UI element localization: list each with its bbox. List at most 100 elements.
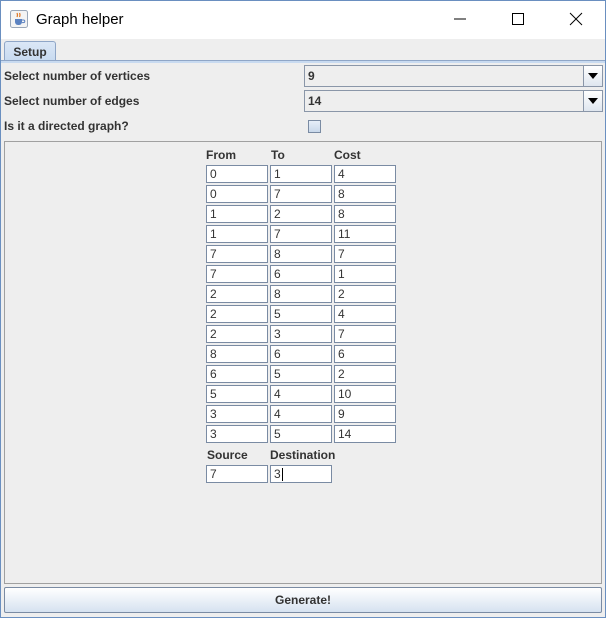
edge-from-value: 3 bbox=[210, 407, 217, 421]
edge-from-field[interactable]: 1 bbox=[206, 225, 268, 243]
minimize-button[interactable] bbox=[431, 1, 489, 39]
edge-cost-field[interactable]: 7 bbox=[334, 325, 396, 343]
edge-to-field[interactable]: 8 bbox=[270, 245, 332, 263]
edge-cost-value: 8 bbox=[338, 207, 345, 221]
edge-from-field[interactable]: 7 bbox=[206, 265, 268, 283]
tab-setup[interactable]: Setup bbox=[4, 41, 56, 61]
edge-cost-field[interactable]: 1 bbox=[334, 265, 396, 283]
edge-from-field[interactable]: 7 bbox=[206, 245, 268, 263]
edge-to-value: 7 bbox=[274, 187, 281, 201]
edge-cost-value: 4 bbox=[338, 307, 345, 321]
chevron-down-icon[interactable] bbox=[583, 91, 602, 111]
edge-cost-value: 1 bbox=[338, 267, 345, 281]
close-button[interactable] bbox=[547, 1, 605, 39]
vertices-select[interactable]: 9 bbox=[304, 65, 603, 87]
source-label: Source bbox=[207, 448, 248, 462]
edge-cost-value: 8 bbox=[338, 187, 345, 201]
edge-from-field[interactable]: 2 bbox=[206, 285, 268, 303]
edge-to-field[interactable]: 6 bbox=[270, 345, 332, 363]
edge-cost-field[interactable]: 2 bbox=[334, 285, 396, 303]
maximize-button[interactable] bbox=[489, 1, 547, 39]
edge-to-field[interactable]: 5 bbox=[270, 305, 332, 323]
directed-checkbox[interactable] bbox=[308, 120, 321, 133]
edge-cost-value: 11 bbox=[338, 227, 351, 241]
edge-to-field[interactable]: 1 bbox=[270, 165, 332, 183]
header-from: From bbox=[206, 148, 236, 162]
edge-to-field[interactable]: 5 bbox=[270, 365, 332, 383]
edge-cost-field[interactable]: 9 bbox=[334, 405, 396, 423]
edge-from-field[interactable]: 2 bbox=[206, 325, 268, 343]
app-window: Graph helper Setup Select number of vert… bbox=[0, 0, 606, 618]
edge-from-value: 0 bbox=[210, 167, 217, 181]
edge-to-value: 3 bbox=[274, 327, 281, 341]
edge-from-field[interactable]: 3 bbox=[206, 405, 268, 423]
edge-to-value: 2 bbox=[274, 207, 281, 221]
close-icon bbox=[569, 12, 583, 29]
edge-cost-field[interactable]: 8 bbox=[334, 185, 396, 203]
edge-cost-field[interactable]: 14 bbox=[334, 425, 396, 443]
text-cursor bbox=[281, 468, 283, 482]
edge-cost-field[interactable]: 4 bbox=[334, 305, 396, 323]
edge-to-value: 5 bbox=[274, 427, 281, 441]
edge-to-value: 4 bbox=[274, 387, 281, 401]
edge-cost-field[interactable]: 7 bbox=[334, 245, 396, 263]
edge-to-value: 6 bbox=[274, 347, 281, 361]
edge-from-field[interactable]: 8 bbox=[206, 345, 268, 363]
edge-from-value: 2 bbox=[210, 287, 217, 301]
edge-cost-value: 2 bbox=[338, 287, 345, 301]
edges-label: Select number of edges bbox=[4, 94, 140, 108]
edge-to-value: 8 bbox=[274, 247, 281, 261]
directed-label: Is it a directed graph? bbox=[4, 119, 129, 133]
edge-to-field[interactable]: 2 bbox=[270, 205, 332, 223]
edge-to-field[interactable]: 4 bbox=[270, 385, 332, 403]
edges-value: 14 bbox=[308, 94, 322, 108]
edge-from-field[interactable]: 2 bbox=[206, 305, 268, 323]
edge-from-field[interactable]: 0 bbox=[206, 185, 268, 203]
edge-to-field[interactable]: 7 bbox=[270, 185, 332, 203]
edge-cost-value: 9 bbox=[338, 407, 345, 421]
edge-from-field[interactable]: 3 bbox=[206, 425, 268, 443]
edge-from-value: 0 bbox=[210, 187, 217, 201]
edge-from-value: 7 bbox=[210, 267, 217, 281]
edge-from-value: 2 bbox=[210, 307, 217, 321]
edge-from-field[interactable]: 0 bbox=[206, 165, 268, 183]
edge-cost-field[interactable]: 11 bbox=[334, 225, 396, 243]
edge-to-value: 5 bbox=[274, 307, 281, 321]
window-title: Graph helper bbox=[36, 11, 124, 28]
edge-cost-field[interactable]: 4 bbox=[334, 165, 396, 183]
minimize-icon bbox=[453, 12, 467, 29]
edge-to-value: 5 bbox=[274, 367, 281, 381]
vertices-label: Select number of vertices bbox=[4, 69, 151, 83]
source-field[interactable]: 7 bbox=[206, 465, 268, 483]
edge-from-field[interactable]: 1 bbox=[206, 205, 268, 223]
edge-from-field[interactable]: 5 bbox=[206, 385, 268, 403]
edge-cost-field[interactable]: 10 bbox=[334, 385, 396, 403]
header-cost: Cost bbox=[334, 148, 361, 162]
edge-to-field[interactable]: 4 bbox=[270, 405, 332, 423]
title-bar: Graph helper bbox=[1, 1, 605, 39]
edge-from-value: 2 bbox=[210, 327, 217, 341]
edge-to-field[interactable]: 8 bbox=[270, 285, 332, 303]
generate-button[interactable]: Generate! bbox=[4, 587, 602, 613]
chevron-down-icon[interactable] bbox=[583, 66, 602, 86]
edge-cost-field[interactable]: 6 bbox=[334, 345, 396, 363]
edge-cost-value: 2 bbox=[338, 367, 345, 381]
java-cup-icon bbox=[10, 10, 28, 28]
edge-to-field[interactable]: 3 bbox=[270, 325, 332, 343]
edges-select[interactable]: 14 bbox=[304, 90, 603, 112]
edge-cost-field[interactable]: 8 bbox=[334, 205, 396, 223]
edge-cost-field[interactable]: 2 bbox=[334, 365, 396, 383]
edge-to-value: 4 bbox=[274, 407, 281, 421]
edge-to-value: 1 bbox=[274, 167, 281, 181]
destination-field[interactable]: 3 bbox=[270, 465, 332, 483]
edge-to-value: 8 bbox=[274, 287, 281, 301]
edge-to-field[interactable]: 7 bbox=[270, 225, 332, 243]
edge-from-field[interactable]: 6 bbox=[206, 365, 268, 383]
edge-from-value: 1 bbox=[210, 207, 217, 221]
edge-to-field[interactable]: 5 bbox=[270, 425, 332, 443]
source-value: 7 bbox=[210, 467, 217, 481]
edge-cost-value: 7 bbox=[338, 327, 345, 341]
edge-cost-value: 14 bbox=[338, 427, 352, 441]
edge-to-field[interactable]: 6 bbox=[270, 265, 332, 283]
header-to: To bbox=[271, 148, 285, 162]
